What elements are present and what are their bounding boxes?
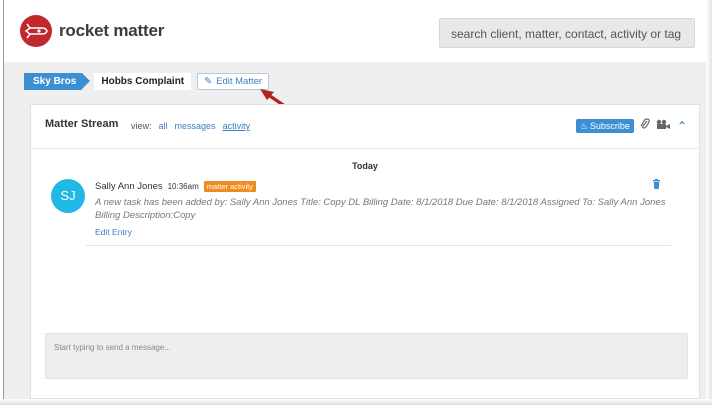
top-header: rocket matter search client, matter, con… xyxy=(4,0,706,62)
entry-meta: Sally Ann Jones 10:36am matter activity xyxy=(95,181,671,192)
message-input[interactable]: Start typing to send a message... xyxy=(45,333,688,379)
activity-badge: matter activity xyxy=(203,181,257,192)
breadcrumb: Sky Bros Hobbs Complaint ✎ Edit Matter xyxy=(24,72,270,90)
breadcrumb-matter[interactable]: Hobbs Complaint xyxy=(94,72,192,90)
view-option-all[interactable]: all xyxy=(159,121,168,131)
view-option-activity[interactable]: activity xyxy=(223,121,251,131)
stream-title: Matter Stream xyxy=(45,118,119,130)
breadcrumb-client[interactable]: Sky Bros xyxy=(24,72,91,90)
avatar: SJ xyxy=(51,179,85,213)
edit-matter-label: Edit Matter xyxy=(216,75,263,87)
view-label: view: xyxy=(131,121,152,131)
bell-icon: ♨ xyxy=(579,121,588,131)
view-option-messages[interactable]: messages xyxy=(175,121,216,131)
edit-entry-link[interactable]: Edit Entry xyxy=(95,227,132,237)
entry-text: A new task has been added by: Sally Ann … xyxy=(95,197,666,221)
trash-icon[interactable] xyxy=(652,179,661,192)
stream-entry: SJ Sally Ann Jones 10:36am matter activi… xyxy=(51,179,671,245)
day-label: Today xyxy=(352,161,378,171)
matter-stream-panel: Matter Stream view: all messages activit… xyxy=(30,104,700,399)
logo-text: rocket matter xyxy=(59,21,165,40)
window-shadow xyxy=(706,0,712,405)
stream-actions: ♨ Subscribe ⌃ xyxy=(575,118,687,134)
paperclip-icon[interactable] xyxy=(640,118,650,134)
view-filter: view: all messages activity xyxy=(131,121,250,131)
search-input[interactable]: search client, matter, contact, activity… xyxy=(439,18,695,48)
entry-time: 10:36am xyxy=(167,182,199,191)
window-bottom-shadow xyxy=(0,399,712,405)
pencil-icon: ✎ xyxy=(204,75,213,87)
entry-divider xyxy=(86,245,671,246)
chevron-up-icon[interactable]: ⌃ xyxy=(677,119,687,133)
entry-body: Sally Ann Jones 10:36am matter activity … xyxy=(95,181,671,240)
rocket-logo-icon xyxy=(20,15,52,47)
video-icon[interactable] xyxy=(656,119,671,133)
subscribe-button[interactable]: ♨ Subscribe xyxy=(575,119,634,133)
subscribe-label: Subscribe xyxy=(589,121,630,131)
stream-header: Matter Stream view: all messages activit… xyxy=(31,105,699,149)
app-window: rocket matter search client, matter, con… xyxy=(0,0,712,405)
entry-author[interactable]: Sally Ann Jones xyxy=(95,181,163,192)
app-logo[interactable]: rocket matter xyxy=(20,15,164,47)
